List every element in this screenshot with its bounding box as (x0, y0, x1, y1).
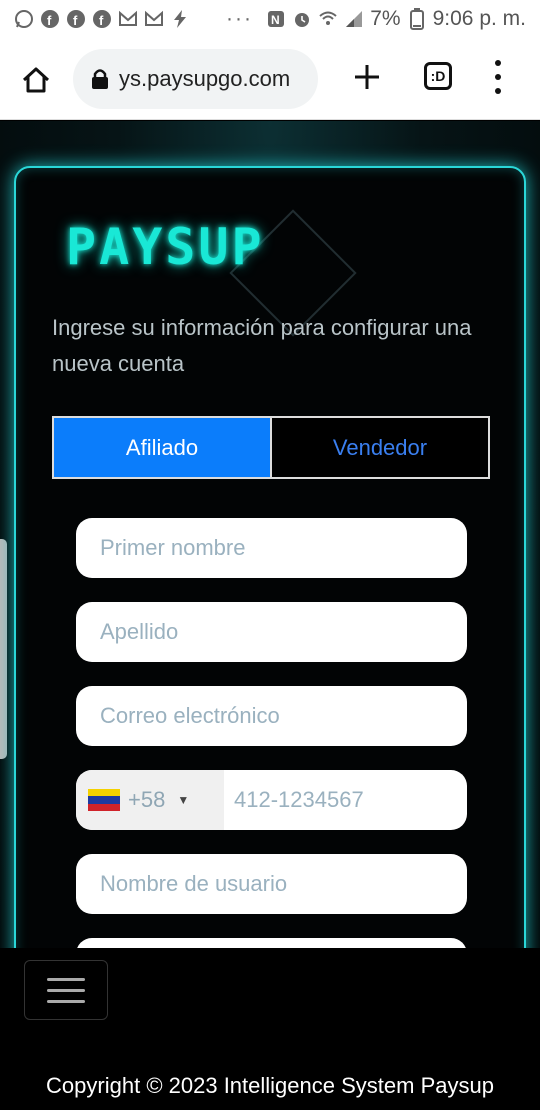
alarm-icon (292, 9, 312, 29)
tab-count: :D (430, 68, 446, 84)
venezuela-flag-icon (88, 789, 120, 811)
intro-text: Ingrese su información para configurar u… (52, 315, 472, 376)
facebook-icon: f (92, 9, 112, 29)
tab-vendedor[interactable]: Vendedor (272, 418, 488, 477)
country-code-select[interactable]: +58 ▼ (76, 770, 224, 830)
dot (495, 88, 501, 94)
side-handle[interactable] (0, 539, 7, 759)
address-bar[interactable]: ys.paysupgo.com (73, 49, 318, 109)
phone-input[interactable]: 412-1234567 (224, 787, 364, 813)
facebook-icon: f (66, 9, 86, 29)
svg-text:f: f (99, 13, 104, 28)
bottom-navbar: Copyright © 2023 Intelligence System Pay… (0, 948, 540, 1110)
nfc-icon: N (266, 9, 286, 29)
facebook-icon: f (40, 9, 60, 29)
wifi-icon (318, 9, 338, 29)
tab-switcher-button[interactable]: :D (424, 62, 452, 90)
first-name-field[interactable]: Primer nombre (76, 518, 467, 578)
gmail-icon (118, 9, 138, 29)
hamburger-icon (47, 977, 85, 981)
dot (495, 74, 501, 80)
overflow-menu-button[interactable] (488, 60, 508, 94)
phone-field: +58 ▼ 412-1234567 (76, 770, 467, 830)
url-text: ys.paysupgo.com (119, 66, 291, 91)
svg-text:N: N (271, 13, 280, 27)
status-bar: f f f ··· N 7% 9:06 p. m. (0, 0, 540, 38)
email-field[interactable]: Correo electrónico (76, 686, 467, 746)
signup-card: PAYSUP Ingrese su información para confi… (14, 166, 526, 948)
browser-toolbar: ys.paysupgo.com :D (0, 38, 540, 120)
plus-icon (355, 65, 379, 89)
battery-percent: 7% (370, 7, 401, 30)
account-type-toggle: Afiliado Vendedor (52, 416, 490, 479)
username-field[interactable]: Nombre de usuario (76, 854, 467, 914)
gmail-icon (144, 9, 164, 29)
last-name-field[interactable]: Apellido (76, 602, 467, 662)
signal-icon (344, 9, 364, 29)
lock-icon (92, 69, 108, 89)
home-icon (22, 67, 50, 93)
whatsapp-icon (14, 9, 34, 29)
clock: 9:06 p. m. (432, 7, 526, 30)
tab-afiliado[interactable]: Afiliado (54, 418, 272, 477)
flash-icon (170, 9, 190, 29)
new-tab-button[interactable] (350, 60, 384, 94)
home-button[interactable] (18, 62, 54, 98)
chevron-down-icon: ▼ (177, 793, 190, 807)
next-field[interactable] (76, 938, 467, 948)
battery-icon (407, 8, 427, 30)
dot (495, 60, 501, 66)
paysup-logo: PAYSUP (66, 218, 265, 276)
copyright-text: Copyright © 2023 Intelligence System Pay… (46, 1073, 494, 1098)
svg-text:f: f (73, 13, 78, 28)
country-code: +58 (128, 787, 166, 812)
more-notifications: ··· (226, 7, 253, 30)
nav-toggle-button[interactable] (24, 960, 108, 1020)
page-content: PAYSUP Ingrese su información para confi… (0, 121, 540, 948)
svg-text:f: f (47, 13, 52, 28)
